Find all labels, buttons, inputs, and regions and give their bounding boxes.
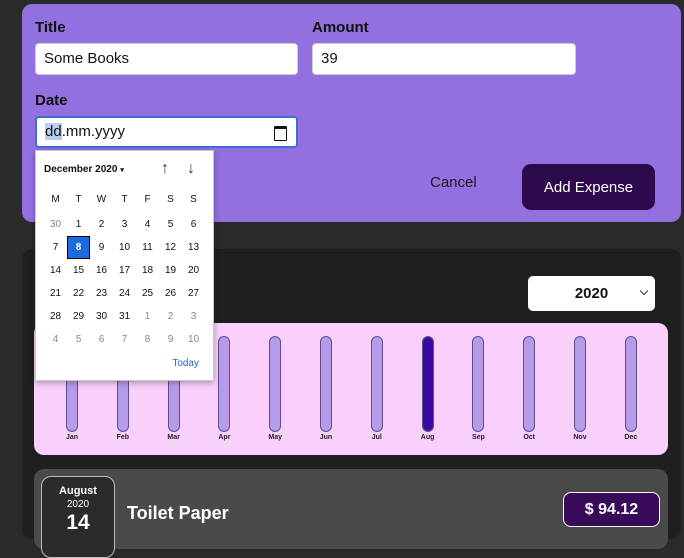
calendar-day[interactable]: 28 xyxy=(44,305,67,328)
chart-bar xyxy=(218,336,231,432)
calendar-day[interactable]: 18 xyxy=(136,259,159,282)
caret-down-icon: ▾ xyxy=(120,167,124,174)
expense-date-day: 14 xyxy=(66,511,90,534)
chart-bar-label: Sep xyxy=(471,434,485,441)
year-filter-value: 2020 xyxy=(574,285,609,302)
weekday-label: W xyxy=(96,194,107,205)
calendar-day[interactable]: 6 xyxy=(90,328,113,351)
calendar-day[interactable]: 3 xyxy=(182,305,205,328)
calendar-day[interactable]: 24 xyxy=(113,282,136,305)
calendar-day[interactable]: 8 xyxy=(136,328,159,351)
date-picker-popup: December 2020 ▾ ↑ ↓ Today M T W T F S S 30 1 2 3 4 5 6… xyxy=(35,150,214,381)
calendar-day[interactable]: 30 xyxy=(44,213,67,236)
calendar-day[interactable]: 5 xyxy=(67,328,90,351)
weekday-label: S xyxy=(190,194,197,205)
calendar-day[interactable]: 21 xyxy=(44,282,67,305)
chart-bar xyxy=(269,336,282,432)
date-input[interactable]: dd.mm.yyyy xyxy=(35,116,298,148)
cancel-button[interactable]: Cancel xyxy=(430,174,477,191)
calendar-day[interactable]: 12 xyxy=(159,236,182,259)
calendar-day[interactable]: 5 xyxy=(159,213,182,236)
calendar-day[interactable]: 3 xyxy=(113,213,136,236)
date-label: Date xyxy=(35,92,68,109)
date-rest-segment: .mm.yyyy xyxy=(61,123,126,140)
calendar-day[interactable]: 10 xyxy=(113,236,136,259)
expense-date-month: August xyxy=(59,485,97,497)
amount-label: Amount xyxy=(312,19,369,36)
calendar-day[interactable]: 9 xyxy=(90,236,113,259)
next-month-arrow-icon[interactable]: ↓ xyxy=(187,160,195,178)
calendar-day[interactable]: 4 xyxy=(136,213,159,236)
expense-item: August 2020 14 Toilet Paper $ 94.12 xyxy=(34,469,668,558)
calendar-day[interactable]: 30 xyxy=(90,305,113,328)
chart-bar-label: Jul xyxy=(371,434,382,441)
expense-price: $ 94.12 xyxy=(563,492,660,527)
calendar-day[interactable]: 14 xyxy=(44,259,67,282)
chart-bar-label: Apr xyxy=(218,434,231,441)
calendar-day[interactable]: 1 xyxy=(67,213,90,236)
chart-bar xyxy=(320,336,332,432)
chart-bar xyxy=(421,336,434,432)
calendar-day[interactable]: 1 xyxy=(136,305,159,328)
chart-bar-label: Oct xyxy=(523,434,536,441)
chart-bar xyxy=(624,336,637,432)
datepicker-month-label: December 2020 xyxy=(44,164,118,175)
amount-input[interactable]: 39 xyxy=(312,43,576,75)
chart-bar-label: Jun xyxy=(319,434,333,441)
weekday-label: T xyxy=(75,194,82,205)
calendar-day[interactable]: 17 xyxy=(113,259,136,282)
datepicker-month-select[interactable]: December 2020 ▾ xyxy=(44,164,124,175)
calendar-day[interactable]: 27 xyxy=(182,282,205,305)
expense-date: August 2020 14 xyxy=(41,476,115,558)
weekday-label: T xyxy=(121,194,128,205)
calendar-day[interactable]: 23 xyxy=(90,282,113,305)
calendar-day[interactable]: 7 xyxy=(113,328,136,351)
chart-bar-fill xyxy=(422,337,433,431)
calendar-day[interactable]: 22 xyxy=(67,282,90,305)
chart-bar-label: Feb xyxy=(116,434,130,441)
chart-bar xyxy=(523,336,536,432)
calendar-day[interactable]: 8 xyxy=(67,236,90,259)
date-day-segment[interactable]: dd xyxy=(45,123,62,140)
today-button[interactable]: Today xyxy=(172,358,199,369)
calendar-day[interactable]: 6 xyxy=(182,213,205,236)
chart-bar xyxy=(472,336,485,432)
chart-bar xyxy=(574,336,586,432)
expense-title: Toilet Paper xyxy=(127,503,229,523)
calendar-day[interactable]: 25 xyxy=(136,282,159,305)
calendar-day[interactable]: 4 xyxy=(44,328,67,351)
calendar-day[interactable]: 7 xyxy=(44,236,67,259)
calendar-day[interactable]: 2 xyxy=(159,305,182,328)
chart-bar-label: Dec xyxy=(624,434,638,441)
calendar-day[interactable]: 19 xyxy=(159,259,182,282)
chart-bar-label: Aug xyxy=(420,434,435,441)
calendar-day[interactable]: 16 xyxy=(90,259,113,282)
calendar-day[interactable]: 15 xyxy=(67,259,90,282)
title-label: Title xyxy=(35,19,66,36)
calendar-day[interactable]: 20 xyxy=(182,259,205,282)
calendar-day[interactable]: 31 xyxy=(113,305,136,328)
chart-bar-label: May xyxy=(268,434,282,441)
calendar-day[interactable]: 13 xyxy=(182,236,205,259)
weekday-label: S xyxy=(167,194,174,205)
calendar-day[interactable]: 11 xyxy=(136,236,159,259)
chart-bar-label: Nov xyxy=(573,434,587,441)
calendar-day[interactable]: 9 xyxy=(159,328,182,351)
calendar-day[interactable]: 2 xyxy=(90,213,113,236)
chart-bar xyxy=(370,336,383,432)
chevron-down-icon xyxy=(639,286,649,296)
weekday-label: F xyxy=(144,194,151,205)
title-input[interactable]: Some Books xyxy=(35,43,298,75)
weekday-label: M xyxy=(51,194,60,205)
year-filter-select[interactable]: 2020 xyxy=(528,276,655,311)
chart-bar-label: Mar xyxy=(167,434,180,441)
chart-bar-label: Jan xyxy=(65,434,79,441)
calendar-icon[interactable] xyxy=(274,126,287,141)
calendar-day[interactable]: 29 xyxy=(67,305,90,328)
previous-month-arrow-icon[interactable]: ↑ xyxy=(161,160,169,178)
add-expense-button[interactable]: Add Expense xyxy=(522,164,655,210)
calendar-day[interactable]: 10 xyxy=(182,328,205,351)
calendar-day[interactable]: 26 xyxy=(159,282,182,305)
expense-date-year: 2020 xyxy=(66,499,90,510)
